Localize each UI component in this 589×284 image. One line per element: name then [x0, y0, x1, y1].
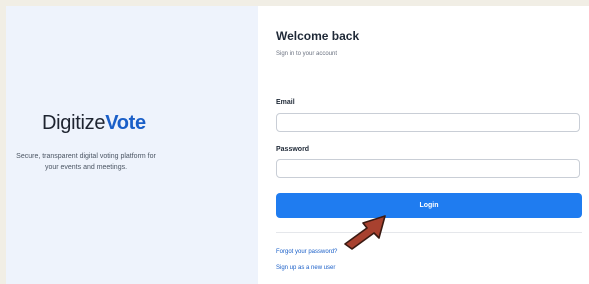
tagline: Secure, transparent digital voting platf… — [16, 153, 156, 171]
page-title: Welcome back — [276, 29, 360, 43]
password-field[interactable] — [276, 159, 580, 178]
email-field[interactable] — [276, 113, 580, 132]
arrow-pointer-icon — [344, 215, 386, 250]
logo-text-part1: Digitize — [42, 112, 106, 134]
login-button[interactable]: Login — [276, 193, 582, 218]
email-label: Email — [276, 99, 295, 106]
login-panel: Welcome back Sign in to your account Ema… — [258, 6, 589, 284]
brand-panel: DigitizeVote Secure, transparent digital… — [6, 6, 258, 284]
login-page: DigitizeVote Secure, transparent digital… — [6, 6, 589, 284]
logo-text-part2: Vote — [105, 112, 146, 134]
password-label: Password — [276, 146, 310, 153]
page-subtitle: Sign in to your account — [276, 51, 338, 57]
logo: DigitizeVote — [42, 112, 146, 135]
forgot-password-link[interactable]: Forgot your password? — [276, 249, 337, 255]
signup-link[interactable]: Sign up as a new user — [276, 265, 335, 271]
divider — [276, 232, 582, 233]
